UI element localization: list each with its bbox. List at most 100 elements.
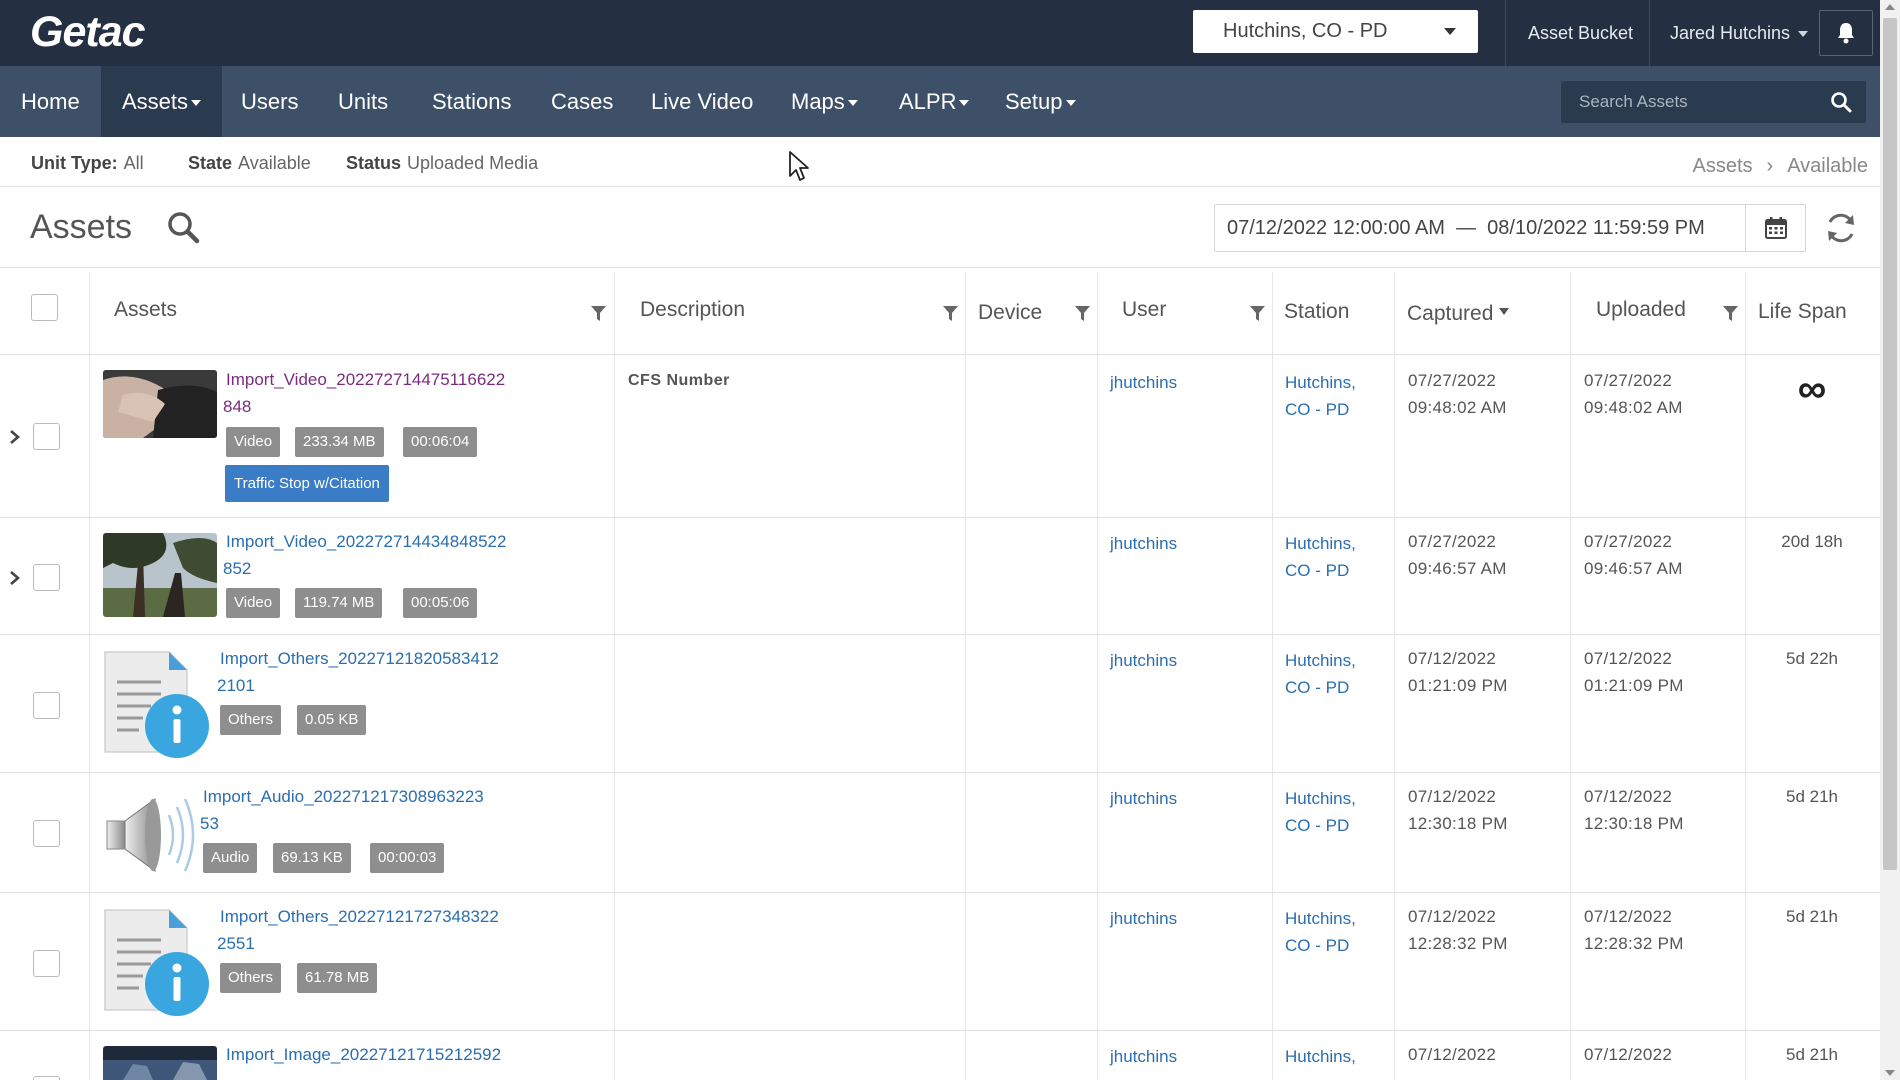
user-link[interactable]: jhutchins (1110, 905, 1177, 932)
chevron-right-icon[interactable] (9, 429, 21, 445)
video-thumbnail[interactable] (103, 533, 217, 617)
date-range-picker[interactable]: 07/12/2022 12:00:00 AM — 08/10/2022 11:5… (1214, 204, 1806, 252)
status-filter[interactable]: Status Uploaded Media (346, 153, 538, 174)
table-row[interactable]: Import_Others_20227121727348322 2551 Othe… (0, 893, 1880, 1031)
table-row[interactable]: Import_Audio_202271217308963223 53 Audio … (0, 773, 1880, 893)
asset-size-badge: 69.13 KB (273, 843, 351, 873)
chevron-right-icon[interactable] (9, 570, 21, 586)
asset-type-badge: Video (226, 427, 281, 457)
asset-bucket-link[interactable]: Asset Bucket (1528, 0, 1633, 66)
nav-assets[interactable]: Assets (101, 66, 223, 137)
row-checkbox[interactable] (33, 820, 60, 847)
station-link[interactable]: Hutchins, CO - PD (1285, 530, 1356, 584)
station-link[interactable]: Hutchins, CO - PD (1285, 369, 1356, 423)
bell-icon (1838, 23, 1854, 44)
nav-cases[interactable]: Cases (530, 66, 634, 137)
user-link[interactable]: jhutchins (1110, 647, 1177, 674)
nav-live-video[interactable]: Live Video (630, 66, 774, 137)
table-row[interactable]: Import_Video_202272714434848522 852 Video… (0, 518, 1880, 635)
nav-setup[interactable]: Setup (984, 66, 1097, 137)
state-filter[interactable]: State Available (188, 153, 311, 174)
user-link[interactable]: jhutchins (1110, 1043, 1177, 1070)
refresh-icon[interactable] (1823, 210, 1859, 246)
calendar-icon (1764, 217, 1787, 239)
video-thumbnail-image (103, 370, 217, 438)
status-value: Uploaded Media (407, 153, 539, 173)
search-icon[interactable] (1830, 91, 1852, 113)
scrollbar-thumb[interactable] (1883, 18, 1897, 870)
user-menu[interactable]: Jared Hutchins (1670, 0, 1809, 66)
row-checkbox[interactable] (33, 564, 60, 591)
filter-icon[interactable] (1075, 306, 1090, 322)
category-tag[interactable]: Traffic Stop w/Citation (225, 465, 389, 502)
user-link[interactable]: jhutchins (1110, 785, 1177, 812)
row-checkbox[interactable] (33, 1076, 60, 1080)
row-checkbox[interactable] (33, 950, 60, 977)
row-checkbox[interactable] (33, 692, 60, 719)
chevron-right-icon: › (1766, 155, 1774, 177)
nav-maps[interactable]: Maps (770, 66, 879, 137)
column-header-description[interactable]: Description (614, 272, 965, 355)
station-link[interactable]: Hutchins, CO - PD (1285, 647, 1356, 701)
column-header-device[interactable]: Device (965, 272, 1097, 355)
vertical-scrollbar[interactable] (1880, 0, 1900, 1080)
column-header-uploaded[interactable]: Uploaded (1570, 272, 1745, 355)
station-link[interactable]: Hutchins, CO - PD (1285, 905, 1356, 959)
table-row[interactable]: Import_Image_20227121715212592 jhutchins… (0, 1031, 1880, 1080)
asset-name-link[interactable]: Import_Audio_202271217308963223 53 (200, 783, 543, 837)
column-header-station[interactable]: Station (1272, 272, 1394, 355)
unit-type-filter[interactable]: Unit Type: All (31, 153, 144, 174)
station-link[interactable]: Hutchins, (1285, 1043, 1356, 1070)
status-label: Status (346, 153, 402, 173)
nav-units[interactable]: Units (317, 66, 409, 137)
filter-icon[interactable] (591, 306, 606, 322)
speaker-icon[interactable] (103, 793, 198, 878)
nav-users[interactable]: Users (220, 66, 319, 137)
top-header: Getac Hutchins, CO - PD Asset Bucket Jar… (0, 0, 1880, 66)
asset-name-link[interactable]: Import_Video_202272714434848522 852 (223, 528, 546, 582)
image-thumbnail[interactable] (103, 1046, 217, 1080)
column-header-life-span[interactable]: Life Span (1745, 272, 1880, 355)
notifications-button[interactable] (1819, 10, 1873, 56)
column-uploaded-label: Uploaded (1596, 298, 1686, 321)
calendar-button[interactable] (1745, 205, 1805, 251)
search-assets-input[interactable] (1561, 81, 1801, 123)
scroll-down-icon[interactable] (1885, 1070, 1895, 1076)
breadcrumb-assets[interactable]: Assets (1692, 155, 1752, 177)
filter-icon[interactable] (1250, 306, 1265, 322)
state-value: Available (238, 153, 311, 173)
uploaded-datetime: 07/12/2022 01:21:09 PM (1584, 649, 1684, 695)
nav-stations[interactable]: Stations (411, 66, 533, 137)
page-header: Assets 07/12/2022 12:00:00 AM — 08/10/20… (0, 188, 1880, 268)
table-row[interactable]: Import_Video_202272714475116622 848 Video… (0, 355, 1880, 518)
row-checkbox[interactable] (33, 423, 60, 450)
document-info-icon[interactable] (103, 650, 211, 760)
getac-logo[interactable]: Getac (30, 8, 146, 57)
asset-name-link[interactable]: Import_Others_20227121727348322 2551 (217, 903, 540, 957)
table-row[interactable]: Import_Others_20227121820583412 2101 Othe… (0, 635, 1880, 773)
user-link[interactable]: jhutchins (1110, 530, 1177, 557)
asset-name-link[interactable]: Import_Video_202272714475116622 848 (223, 366, 546, 420)
scroll-up-icon[interactable] (1885, 4, 1895, 10)
caret-down-icon (847, 100, 858, 107)
nav-alpr[interactable]: ALPR (878, 66, 990, 137)
filter-icon[interactable] (1723, 306, 1738, 322)
captured-datetime: 07/12/2022 01:21:09 PM (1408, 649, 1508, 695)
agency-selector[interactable]: Hutchins, CO - PD (1193, 10, 1478, 53)
column-header-assets[interactable]: Assets (89, 272, 614, 355)
user-link[interactable]: jhutchins (1110, 369, 1177, 396)
column-header-user[interactable]: User (1097, 272, 1272, 355)
asset-name-link[interactable]: Import_Image_20227121715212592 (226, 1041, 546, 1080)
search-icon[interactable] (166, 210, 200, 244)
filter-icon[interactable] (943, 306, 958, 322)
station-link[interactable]: Hutchins, CO - PD (1285, 785, 1356, 839)
captured-datetime: 07/12/2022 12:30:18 PM (1408, 787, 1508, 833)
asset-size-badge: 233.34 MB (295, 427, 384, 457)
nav-home[interactable]: Home (0, 66, 101, 137)
asset-name-link[interactable]: Import_Others_20227121820583412 2101 (217, 645, 540, 699)
asset-duration-badge: 00:06:04 (403, 427, 478, 457)
column-header-captured[interactable]: Captured (1394, 272, 1570, 355)
select-all-checkbox[interactable] (31, 294, 58, 321)
document-info-icon[interactable] (103, 908, 211, 1018)
video-thumbnail[interactable] (103, 370, 217, 438)
